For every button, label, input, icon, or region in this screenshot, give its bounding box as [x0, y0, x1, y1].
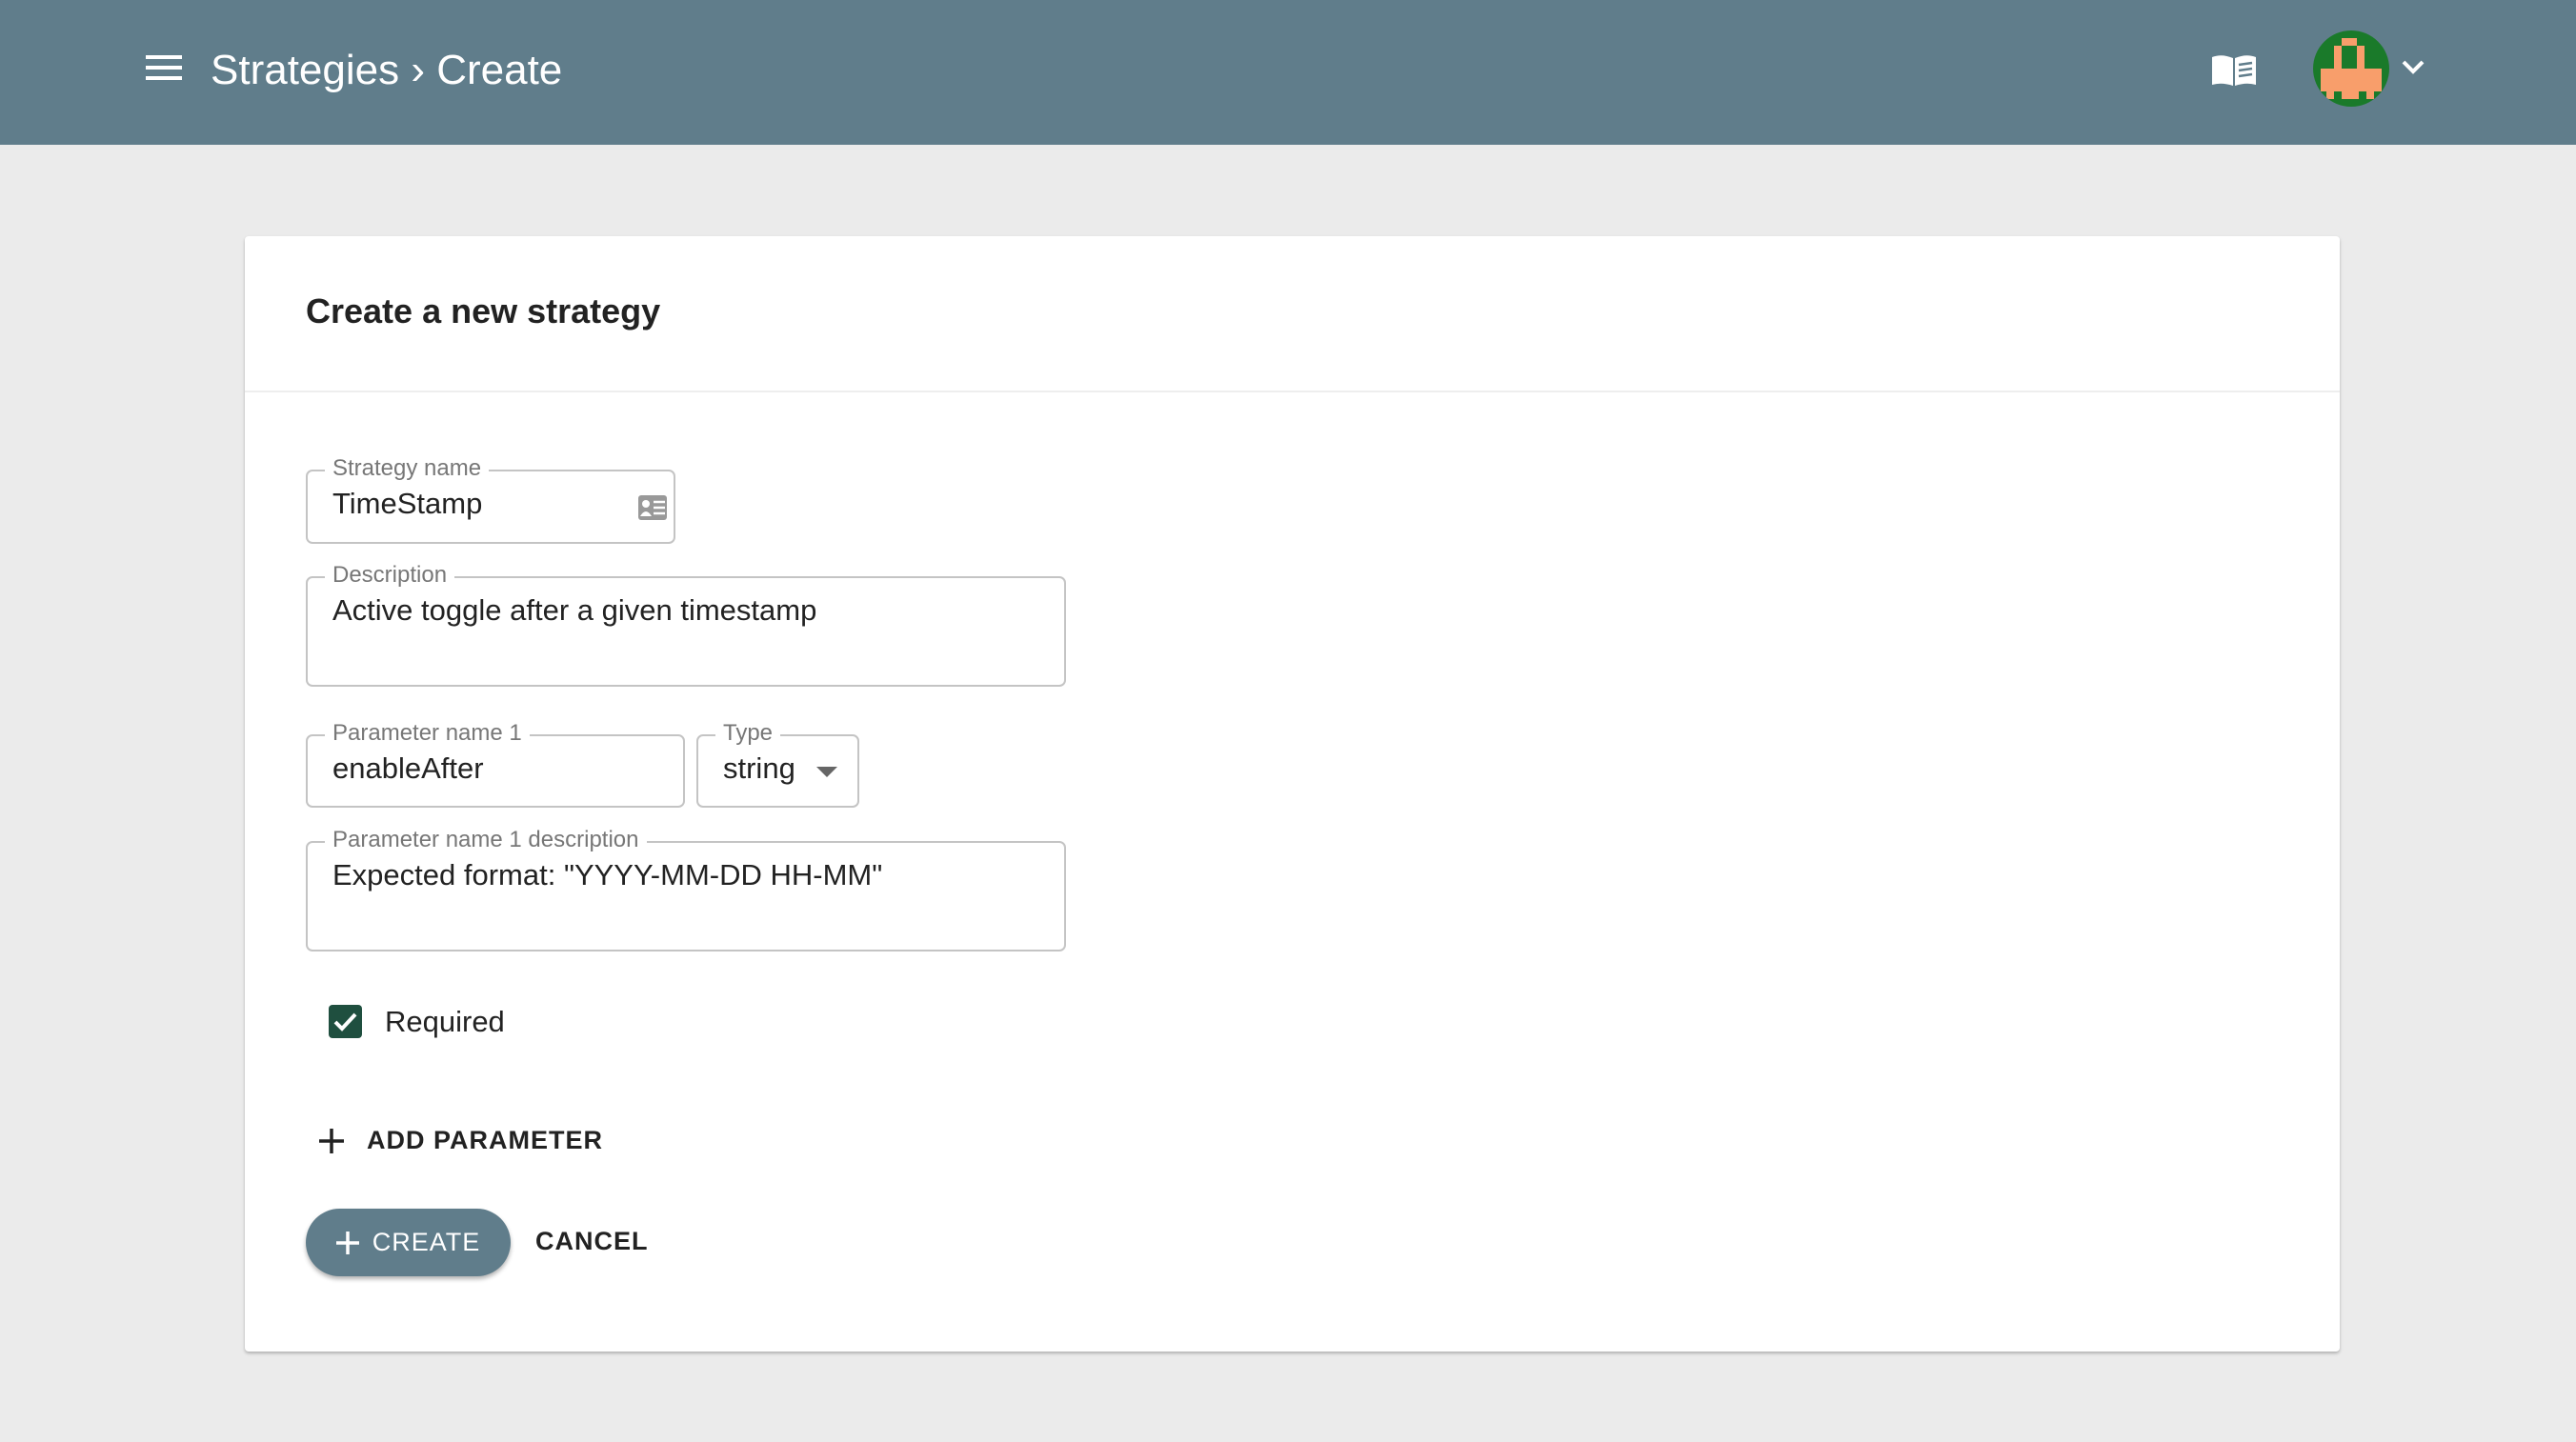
parameter-name-label: Parameter name 1	[325, 720, 530, 747]
strategy-name-value: TimeStamp	[332, 487, 483, 520]
description-label: Description	[325, 562, 455, 589]
parameter-description-value: Expected format: "YYYY-MM-DD HH-MM"	[332, 858, 883, 891]
add-parameter-button[interactable]: ADD PARAMETER	[319, 1126, 603, 1155]
create-button[interactable]: CREATE	[306, 1209, 511, 1276]
page-title: Create a new strategy	[306, 291, 661, 330]
chevron-down-icon[interactable]	[2401, 59, 2425, 76]
book-icon[interactable]	[2210, 53, 2258, 88]
avatar[interactable]	[2313, 30, 2389, 107]
plus-icon	[335, 1231, 359, 1254]
type-select[interactable]: Type string	[696, 720, 859, 808]
description-value: Active toggle after a given timestamp	[332, 593, 817, 627]
parameter-description-field[interactable]: Parameter name 1 description Expected fo…	[306, 827, 1066, 951]
required-checkbox[interactable]	[329, 1005, 362, 1038]
create-strategy-card: Create a new strategy Strategy name Time…	[245, 236, 2340, 1352]
required-label: Required	[385, 1005, 505, 1038]
dropdown-arrow-icon	[816, 767, 837, 777]
divider	[245, 391, 2340, 392]
breadcrumb: Strategies › Create	[211, 47, 563, 93]
strategy-name-label: Strategy name	[325, 455, 490, 482]
parameter-description-label: Parameter name 1 description	[325, 827, 647, 853]
type-value: string	[723, 751, 795, 785]
plus-icon	[319, 1128, 344, 1153]
contact-card-icon	[638, 495, 667, 520]
strategy-name-field[interactable]: Strategy name TimeStamp	[306, 455, 675, 544]
add-parameter-label: ADD PARAMETER	[367, 1126, 603, 1154]
description-field[interactable]: Description Active toggle after a given …	[306, 562, 1066, 687]
type-label: Type	[715, 720, 781, 747]
parameter-name-value: enableAfter	[332, 751, 484, 785]
hamburger-icon[interactable]	[146, 53, 182, 82]
top-app-bar: Strategies › Create	[0, 0, 2576, 145]
parameter-name-field[interactable]: Parameter name 1 enableAfter	[306, 720, 685, 808]
create-label: CREATE	[372, 1228, 481, 1256]
cancel-button[interactable]: CANCEL	[535, 1227, 649, 1256]
